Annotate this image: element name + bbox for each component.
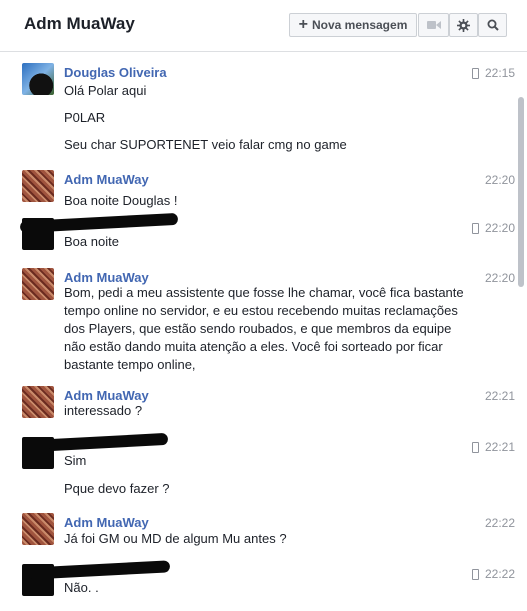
mobile-phone-icon — [471, 441, 479, 453]
message-group: 22:22 Não. . — [0, 559, 515, 607]
message-text: Boa noite Douglas ! — [64, 193, 178, 208]
mobile-phone-icon — [471, 222, 479, 234]
message-text: P0LAR — [64, 110, 106, 125]
message-time: 22:20 — [471, 221, 515, 235]
sender-name[interactable]: Adm MuaWay — [64, 388, 149, 403]
message-list[interactable]: Douglas Oliveira 22:15 Olá Polar aqui P0… — [0, 55, 527, 611]
avatar[interactable] — [22, 63, 54, 95]
message-time: 22:20 — [484, 173, 515, 187]
search-icon — [487, 19, 499, 31]
message-time: 22:21 — [484, 389, 515, 403]
message-text: Pque devo fazer ? — [64, 481, 170, 496]
scrollbar[interactable] — [518, 97, 524, 287]
message-time: 22:22 — [484, 516, 515, 530]
video-icon — [426, 21, 441, 29]
message-text: Não. . — [64, 580, 99, 595]
conversation-title: Adm MuaWay — [24, 14, 135, 33]
avatar[interactable] — [22, 268, 54, 300]
message-time: 22:21 — [471, 440, 515, 454]
plus-icon: + — [298, 16, 308, 33]
sender-name[interactable]: Adm MuaWay — [64, 515, 149, 530]
message-text: Boa noite — [64, 234, 119, 249]
redaction-mark — [19, 212, 179, 234]
message-time: 22:15 — [471, 66, 515, 80]
sender-name[interactable]: Adm MuaWay — [64, 172, 149, 187]
message-text: Já foi GM ou MD de algum Mu antes ? — [64, 531, 287, 546]
message-text: Sim — [64, 453, 87, 468]
message-group: Adm MuaWay 22:20 Bom, pedi a meu assiste… — [0, 263, 515, 378]
avatar[interactable] — [22, 513, 54, 545]
message-text: interessado ? — [64, 403, 143, 418]
search-button[interactable] — [478, 13, 507, 37]
message-group: Adm MuaWay 22:22 Já foi GM ou MD de algu… — [0, 508, 515, 557]
message-group: 22:20 Boa noite — [0, 212, 515, 259]
message-text: Bom, pedi a meu assistente que fosse lhe… — [64, 285, 464, 372]
avatar[interactable] — [22, 386, 54, 418]
avatar[interactable] — [22, 170, 54, 202]
new-message-label: Nova mensagem — [311, 18, 408, 32]
message-text: Olá Polar aqui — [64, 83, 147, 98]
new-message-button[interactable]: + Nova mensagem — [289, 13, 417, 37]
message-text: Seu char SUPORTENET veio falar cmg no ga… — [64, 137, 347, 152]
message-group: Adm MuaWay 22:20 Boa noite Douglas ! — [0, 165, 515, 213]
mobile-phone-icon — [471, 67, 479, 79]
sender-name[interactable]: Adm MuaWay — [64, 270, 149, 285]
message-group: 22:21 Sim Pque devo fazer ? — [0, 432, 515, 506]
message-group: Adm MuaWay 22:21 interessado ? — [0, 381, 515, 433]
settings-button[interactable] — [449, 13, 478, 37]
message-time: 22:22 — [471, 567, 515, 581]
message-time: 22:20 — [484, 271, 515, 285]
mobile-phone-icon — [471, 568, 479, 580]
gear-icon — [457, 18, 470, 32]
redaction-mark — [47, 432, 169, 452]
message-group: Douglas Oliveira 22:15 Olá Polar aqui P0… — [0, 58, 515, 162]
sender-name[interactable]: Douglas Oliveira — [64, 65, 167, 80]
video-call-button[interactable] — [418, 13, 449, 37]
conversation-header: Adm MuaWay + Nova mensagem — [0, 0, 527, 52]
